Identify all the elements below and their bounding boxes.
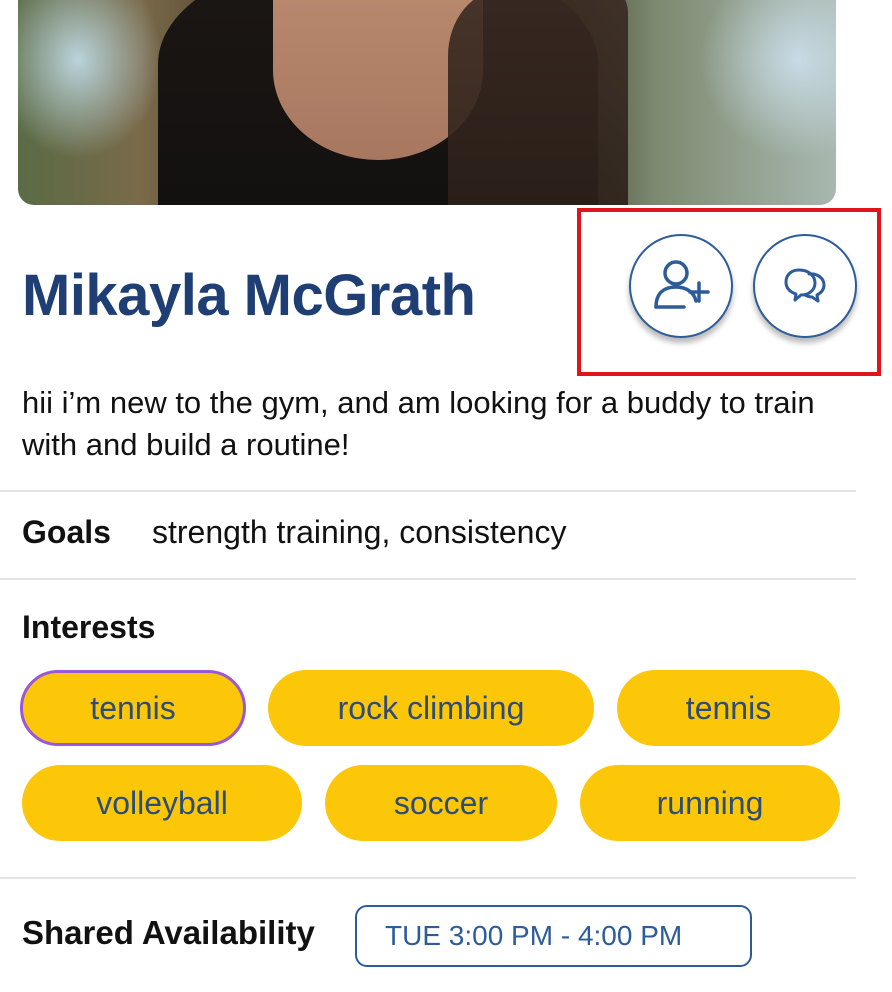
- interest-chip-volleyball[interactable]: volleyball: [22, 765, 302, 841]
- goals-label: Goals: [22, 514, 111, 550]
- profile-photo: [18, 0, 836, 205]
- availability-slot[interactable]: TUE 3:00 PM - 4:00 PM: [355, 905, 752, 967]
- interest-chip-running[interactable]: running: [580, 765, 840, 841]
- interest-chip-rock-climbing[interactable]: rock climbing: [268, 670, 594, 746]
- interest-chip-tennis[interactable]: tennis: [20, 670, 246, 746]
- chat-bubbles-icon: [784, 268, 826, 303]
- interest-chip-soccer[interactable]: soccer: [325, 765, 557, 841]
- profile-bio: hii i’m new to the gym, and am looking f…: [22, 385, 815, 462]
- divider: [0, 578, 856, 580]
- message-button[interactable]: [753, 234, 857, 338]
- user-plus-icon: [654, 260, 710, 309]
- profile-name: Mikayla McGrath: [22, 263, 476, 328]
- divider: [0, 490, 856, 492]
- divider: [0, 877, 856, 879]
- interest-chip-tennis-2[interactable]: tennis: [617, 670, 840, 746]
- add-friend-button[interactable]: [629, 234, 733, 338]
- interests-label: Interests: [22, 609, 156, 645]
- goals-value: strength training, consistency: [152, 514, 567, 550]
- shared-availability-label: Shared Availability: [22, 914, 315, 951]
